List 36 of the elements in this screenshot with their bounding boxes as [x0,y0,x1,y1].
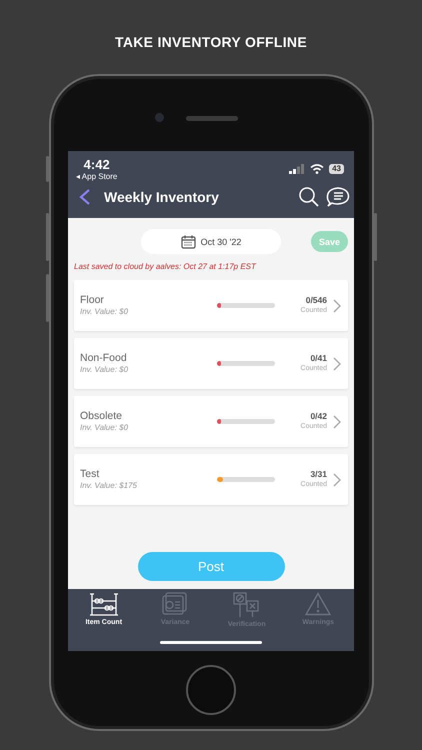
date-picker[interactable]: Oct 30 '22 [141,229,281,254]
location-name: Floor [80,294,105,307]
chevron-icon [333,356,341,370]
camera-icon [154,113,164,122]
status-time: 4:42 [84,157,110,172]
count-text: 0/41 [310,353,327,364]
save-status-text: Last saved to cloud by aalves: Oct 27 at 1:17p EST [74,262,258,271]
report-icon [162,592,188,616]
signal-icon [289,164,306,174]
wifi-icon [310,164,324,174]
back-to-app-link[interactable]: ◂ App Store [76,172,118,182]
inventory-value: Inv. Value: $0 [80,365,130,375]
calendar-icon [180,234,196,248]
location-name: Non-Food [80,352,128,365]
chat-icon[interactable] [326,186,350,208]
speaker-icon [186,116,238,121]
inventory-value: Inv. Value: $0 [80,307,130,317]
battery-level: 43 [329,164,344,174]
signs-icon [232,592,261,618]
count-text: 3/31 [310,469,327,480]
inventory-value: Inv. Value: $0 [80,423,130,433]
banner-title: TAKE INVENTORY OFFLINE [115,34,307,50]
home-button[interactable] [186,665,236,715]
warning-icon [305,592,332,616]
chevron-icon [333,472,341,486]
chevron-icon [333,414,341,428]
chevron-icon [333,298,341,312]
abacus-icon [88,592,119,616]
count-text: 0/546 [306,295,327,306]
location-name: Test [80,468,100,481]
count-text: 0/42 [310,411,327,422]
screen-title: Weekly Inventory [104,189,220,205]
back-button[interactable] [78,188,92,206]
inventory-value: Inv. Value: $175 [80,481,138,491]
location-name: Obsolete [80,410,124,423]
search-icon[interactable] [298,186,320,208]
